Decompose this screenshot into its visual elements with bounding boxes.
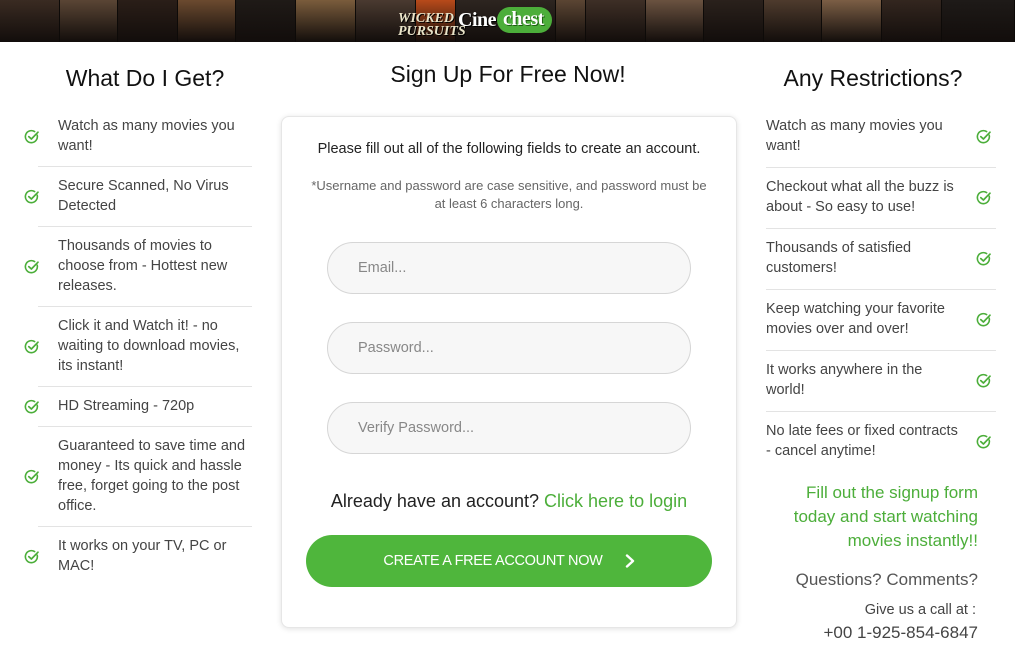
restriction-item: No late fees or fixed contracts - cancel…: [766, 412, 996, 472]
restriction-item-text: Watch as many movies you want!: [766, 118, 943, 154]
check-circle-icon: [976, 190, 991, 205]
password-field[interactable]: [327, 322, 691, 374]
benefit-item: Secure Scanned, No Virus Detected: [20, 167, 252, 227]
benefit-item-text: Secure Scanned, No Virus Detected: [58, 178, 229, 214]
movie-poster-thumbnail: [60, 0, 118, 42]
right-column-title: Any Restrictions?: [783, 65, 963, 91]
restriction-item: Keep watching your favorite movies over …: [766, 290, 996, 351]
check-circle-icon: [24, 259, 39, 274]
movie-poster-thumbnail: [0, 0, 60, 42]
check-circle-icon: [976, 251, 991, 266]
left-column-title: What Do I Get?: [65, 65, 225, 91]
restriction-item-text: Thousands of satisfied customers!: [766, 240, 912, 276]
poster-caption: WICKED PURSUITS: [398, 11, 466, 39]
restriction-item: Thousands of satisfied customers!: [766, 229, 996, 290]
form-password-note: *Username and password are case sensitiv…: [311, 178, 707, 211]
call-label: Give us a call at :: [864, 602, 976, 618]
movie-poster-thumbnail: [296, 0, 356, 42]
benefit-item: It works on your TV, PC or MAC!: [20, 527, 252, 587]
benefit-item: Click it and Watch it! - no waiting to d…: [20, 307, 252, 387]
create-account-button[interactable]: CREATE A FREE ACCOUNT NOW: [306, 535, 712, 587]
benefit-item: HD Streaming - 720p: [20, 387, 252, 427]
check-circle-icon: [976, 373, 991, 388]
restriction-item: Checkout what all the buzz is about - So…: [766, 168, 996, 229]
restriction-item-text: Checkout what all the buzz is about - So…: [766, 179, 954, 215]
movie-poster-thumbnail: [764, 0, 822, 42]
benefit-item-text: HD Streaming - 720p: [58, 398, 195, 414]
benefit-item: Guaranteed to save time and money - Its …: [20, 427, 252, 527]
benefit-item-text: Click it and Watch it! - no waiting to d…: [58, 318, 240, 374]
benefit-item-text: Guaranteed to save time and money - Its …: [58, 438, 246, 514]
restriction-item-text: It works anywhere in the world!: [766, 362, 923, 398]
check-circle-icon: [976, 129, 991, 144]
check-circle-icon: [24, 549, 39, 564]
movie-poster-thumbnail: [942, 0, 1015, 42]
restriction-item-text: Keep watching your favorite movies over …: [766, 301, 945, 337]
questions-heading: Questions? Comments?: [795, 570, 978, 589]
login-prompt-text: Already have an account?: [330, 491, 540, 511]
movie-poster-thumbnail: [586, 0, 646, 42]
check-circle-icon: [24, 129, 39, 144]
login-link[interactable]: Click here to login: [544, 491, 687, 511]
create-account-label: CREATE A FREE ACCOUNT NOW: [383, 553, 603, 569]
movie-poster-thumbnail: [178, 0, 236, 42]
restriction-item-text: No late fees or fixed contracts - cancel…: [766, 423, 958, 459]
movie-poster-thumbnail: [118, 0, 178, 42]
movie-poster-thumbnail: [704, 0, 764, 42]
benefits-list: Watch as many movies you want! Secure Sca…: [20, 107, 252, 587]
check-circle-icon: [24, 339, 39, 354]
restriction-item: Watch as many movies you want!: [766, 107, 996, 168]
movie-poster-thumbnail: [646, 0, 704, 42]
logo-text-chest: chest: [497, 7, 552, 33]
check-circle-icon: [24, 469, 39, 484]
benefit-item-text: Thousands of movies to choose from - Hot…: [58, 238, 228, 294]
verify-password-field[interactable]: [327, 402, 691, 454]
movie-poster-thumbnail: [236, 0, 296, 42]
check-circle-icon: [976, 434, 991, 449]
check-circle-icon: [24, 399, 39, 414]
login-prompt-line: Already have an account? Click here to l…: [282, 491, 736, 512]
benefit-item: Thousands of movies to choose from - Hot…: [20, 227, 252, 307]
promo-text: Fill out the signup form today and start…: [793, 483, 978, 550]
restriction-item: It works anywhere in the world!: [766, 351, 996, 412]
check-circle-icon: [24, 189, 39, 204]
movie-poster-thumbnail: [556, 0, 586, 42]
movie-poster-thumbnail: [882, 0, 942, 42]
signup-title: Sign Up For Free Now!: [390, 61, 626, 87]
email-field[interactable]: [327, 242, 691, 294]
movie-poster-thumbnail: [822, 0, 882, 42]
chevron-right-icon: [625, 554, 634, 568]
benefit-item-text: It works on your TV, PC or MAC!: [58, 538, 227, 574]
phone-number[interactable]: +00 1-925-854-6847: [770, 623, 978, 643]
check-circle-icon: [976, 312, 991, 327]
benefit-item-text: Watch as many movies you want!: [58, 118, 235, 154]
benefit-item: Watch as many movies you want!: [20, 107, 252, 167]
signup-form-card: Please fill out all of the following fie…: [281, 116, 737, 628]
restrictions-list: Watch as many movies you want! Checkout w…: [766, 107, 996, 472]
form-intro-text: Please fill out all of the following fie…: [317, 141, 701, 157]
site-logo[interactable]: Cine chest: [458, 6, 552, 34]
